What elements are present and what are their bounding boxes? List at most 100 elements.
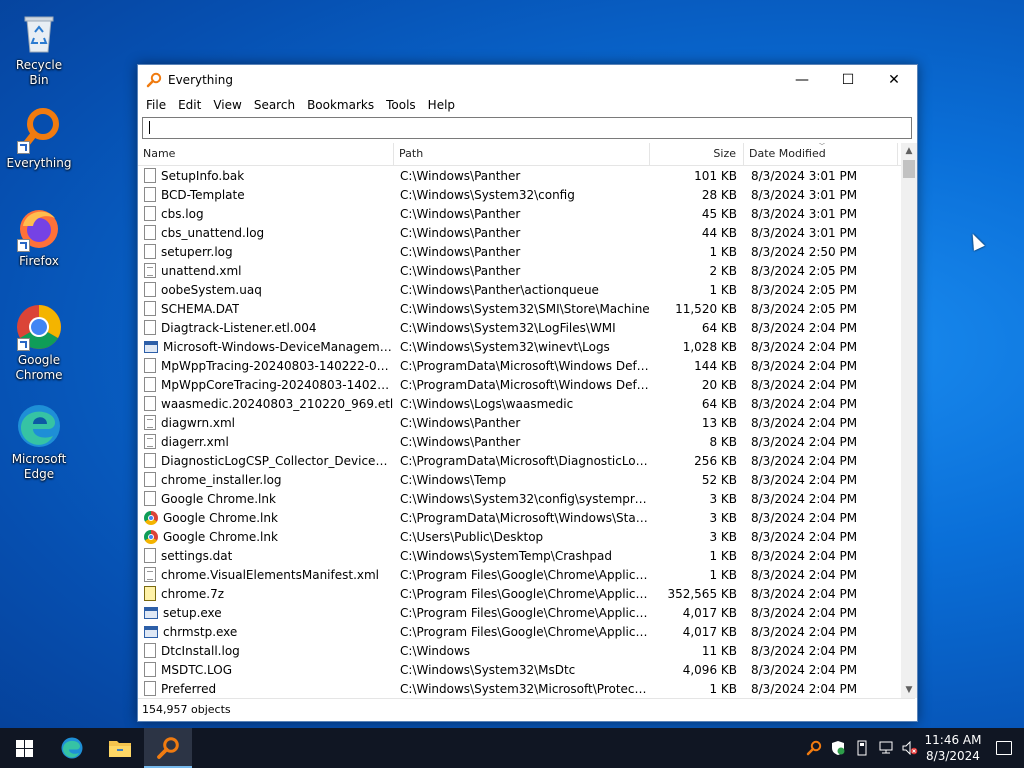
table-row[interactable]: cbs.log C:\Windows\Panther 45 KB 8/3/2024 3… bbox=[138, 204, 899, 223]
table-row[interactable]: chrome.7z C:\Program Files\Google\Chrome\… bbox=[138, 584, 899, 603]
tray-everything[interactable] bbox=[802, 728, 826, 768]
cell-path: C:\Windows\Panther bbox=[400, 434, 521, 449]
table-row[interactable]: SetupInfo.bak C:\Windows\Panther 101 KB 8/3… bbox=[138, 166, 899, 185]
table-row[interactable]: chrome.VisualElementsManifest.xml C:\Prog… bbox=[138, 565, 899, 584]
cell-date-modified: 8/3/2024 2:04 PM bbox=[751, 434, 858, 449]
desktop-icon-recycle-bin[interactable]: Recycle Bin bbox=[6, 8, 72, 88]
table-row[interactable]: settings.dat C:\Windows\SystemTemp\Crashp… bbox=[138, 546, 899, 565]
table-row[interactable]: cbs_unattend.log C:\Windows\Panther 44 KB 8… bbox=[138, 223, 899, 242]
menu-search[interactable]: Search bbox=[248, 98, 301, 112]
scrollbar-thumb[interactable] bbox=[903, 160, 915, 178]
cell-path: C:\Users\Public\Desktop bbox=[400, 529, 544, 544]
network-icon bbox=[879, 741, 893, 754]
desktop-icon-google-chrome[interactable]: Google Chrome bbox=[6, 303, 72, 383]
shield-icon bbox=[832, 741, 845, 755]
xml-file-icon bbox=[144, 263, 156, 278]
window-title: Everything bbox=[168, 73, 233, 87]
table-row[interactable]: Preferred C:\Windows\System32\Microsoft\P… bbox=[138, 679, 899, 698]
table-row[interactable]: Google Chrome.lnk C:\Windows\System32\con… bbox=[138, 489, 899, 508]
close-button[interactable]: ✕ bbox=[871, 65, 917, 95]
cell-size: 3 KB bbox=[709, 510, 737, 525]
tray-network[interactable] bbox=[874, 728, 898, 768]
minimize-button[interactable]: — bbox=[779, 65, 825, 95]
title-bar[interactable]: Everything — ☐ ✕ bbox=[138, 65, 917, 95]
clock[interactable]: 11:46 AM 8/3/2024 bbox=[922, 732, 984, 764]
application-icon bbox=[144, 340, 158, 353]
menu-bookmarks[interactable]: Bookmarks bbox=[301, 98, 380, 112]
cell-size: 144 KB bbox=[694, 358, 737, 373]
tray-usb[interactable] bbox=[850, 728, 874, 768]
desktop-icon-everything[interactable]: Everything bbox=[6, 106, 72, 171]
menu-file[interactable]: File bbox=[140, 98, 172, 112]
cell-name: setuperr.log bbox=[138, 244, 394, 259]
file-name: chrmstp.exe bbox=[163, 624, 238, 639]
table-row[interactable]: setuperr.log C:\Windows\Panther 1 KB 8/3/20… bbox=[138, 242, 899, 261]
menu-view[interactable]: View bbox=[207, 98, 247, 112]
cell-size: 4,096 KB bbox=[682, 662, 737, 677]
table-row[interactable]: DtcInstall.log C:\Windows 11 KB 8/3/2024 2:… bbox=[138, 641, 899, 660]
menu-edit[interactable]: Edit bbox=[172, 98, 207, 112]
table-row[interactable]: MpWppTracing-20240803-140222-0000000... C… bbox=[138, 356, 899, 375]
cell-path: C:\ProgramData\Microsoft\Windows Defend.… bbox=[400, 377, 650, 392]
table-row[interactable]: chrome_installer.log C:\Windows\Temp 52 KB… bbox=[138, 470, 899, 489]
vertical-scrollbar[interactable]: ▲ ▼ bbox=[901, 143, 917, 698]
file-name: Preferred bbox=[161, 681, 217, 696]
table-row[interactable]: BCD-Template C:\Windows\System32\config 28… bbox=[138, 185, 899, 204]
desktop-icon-label: Everything bbox=[6, 156, 72, 170]
table-row[interactable]: Google Chrome.lnk C:\Users\Public\Desktop… bbox=[138, 527, 899, 546]
maximize-button[interactable]: ☐ bbox=[825, 65, 871, 95]
column-header-name[interactable]: Name bbox=[138, 143, 394, 165]
table-row[interactable]: oobeSystem.uaq C:\Windows\Panther\actionq… bbox=[138, 280, 899, 299]
cell-size: 2 KB bbox=[709, 263, 737, 278]
cell-date-modified: 8/3/2024 2:05 PM bbox=[751, 282, 858, 297]
table-row[interactable]: SCHEMA.DAT C:\Windows\System32\SMI\Store\… bbox=[138, 299, 899, 318]
menu-tools[interactable]: Tools bbox=[380, 98, 422, 112]
application-icon bbox=[144, 606, 158, 619]
table-row[interactable]: DiagnosticLogCSP_Collector_DeviceProvis.… bbox=[138, 451, 899, 470]
table-row[interactable]: Diagtrack-Listener.etl.004 C:\Windows\Sys… bbox=[138, 318, 899, 337]
search-box[interactable] bbox=[142, 117, 912, 139]
volume-muted-icon bbox=[902, 741, 918, 755]
scroll-down-icon[interactable]: ▼ bbox=[901, 682, 917, 698]
file-name: Google Chrome.lnk bbox=[161, 491, 276, 506]
table-row[interactable]: MpWppCoreTracing-20240803-140222-000... C… bbox=[138, 375, 899, 394]
table-row[interactable]: diagerr.xml C:\Windows\Panther 8 KB 8/3/202… bbox=[138, 432, 899, 451]
cell-date-modified: 8/3/2024 3:01 PM bbox=[751, 187, 858, 202]
table-row[interactable]: unattend.xml C:\Windows\Panther 2 KB 8/3/20… bbox=[138, 261, 899, 280]
cell-name: oobeSystem.uaq bbox=[138, 282, 394, 297]
desktop-icon-microsoft-edge[interactable]: Microsoft Edge bbox=[6, 402, 72, 482]
taskbar-edge[interactable] bbox=[48, 728, 96, 768]
cell-name: Preferred bbox=[138, 681, 394, 696]
file-name: MpWppCoreTracing-20240803-140222-000... bbox=[161, 377, 394, 392]
search-input[interactable] bbox=[143, 118, 911, 136]
file-name: setuperr.log bbox=[161, 244, 233, 259]
file-icon bbox=[144, 320, 156, 335]
tray-security[interactable] bbox=[826, 728, 850, 768]
tray-volume[interactable] bbox=[898, 728, 922, 768]
table-row[interactable]: Google Chrome.lnk C:\ProgramData\Microsof… bbox=[138, 508, 899, 527]
cell-size: 1 KB bbox=[709, 282, 737, 297]
cell-date-modified: 8/3/2024 3:01 PM bbox=[751, 206, 858, 221]
table-row[interactable]: MSDTC.LOG C:\Windows\System32\MsDtc 4,096 … bbox=[138, 660, 899, 679]
taskbar-file-explorer[interactable] bbox=[96, 728, 144, 768]
column-header-path[interactable]: Path bbox=[394, 143, 650, 165]
table-row[interactable]: chrmstp.exe C:\Program Files\Google\Chrom… bbox=[138, 622, 899, 641]
desktop-icon-firefox[interactable]: Firefox bbox=[6, 204, 72, 269]
menu-help[interactable]: Help bbox=[422, 98, 461, 112]
column-header-size[interactable]: Size bbox=[650, 143, 744, 165]
edge-icon bbox=[61, 737, 83, 759]
results-list[interactable]: Name Path Size Date Modified ﹀ SetupInfo… bbox=[138, 143, 915, 698]
notification-center-button[interactable] bbox=[984, 728, 1024, 768]
scroll-up-icon[interactable]: ▲ bbox=[901, 143, 917, 159]
start-button[interactable] bbox=[0, 728, 48, 768]
taskbar-everything[interactable] bbox=[144, 728, 192, 768]
table-row[interactable]: Microsoft-Windows-DeviceManagement-... C:… bbox=[138, 337, 899, 356]
edge-icon bbox=[15, 402, 63, 450]
result-rows: SetupInfo.bak C:\Windows\Panther 101 KB 8/3… bbox=[138, 166, 899, 698]
cell-date-modified: 8/3/2024 2:04 PM bbox=[751, 453, 858, 468]
table-row[interactable]: diagwrn.xml C:\Windows\Panther 13 KB 8/3/20… bbox=[138, 413, 899, 432]
table-row[interactable]: waasmedic.20240803_210220_969.etl C:\Wind… bbox=[138, 394, 899, 413]
table-row[interactable]: setup.exe C:\Program Files\Google\Chrome\… bbox=[138, 603, 899, 622]
cell-name: MSDTC.LOG bbox=[138, 662, 394, 677]
sort-descending-icon: ﹀ bbox=[818, 143, 826, 151]
